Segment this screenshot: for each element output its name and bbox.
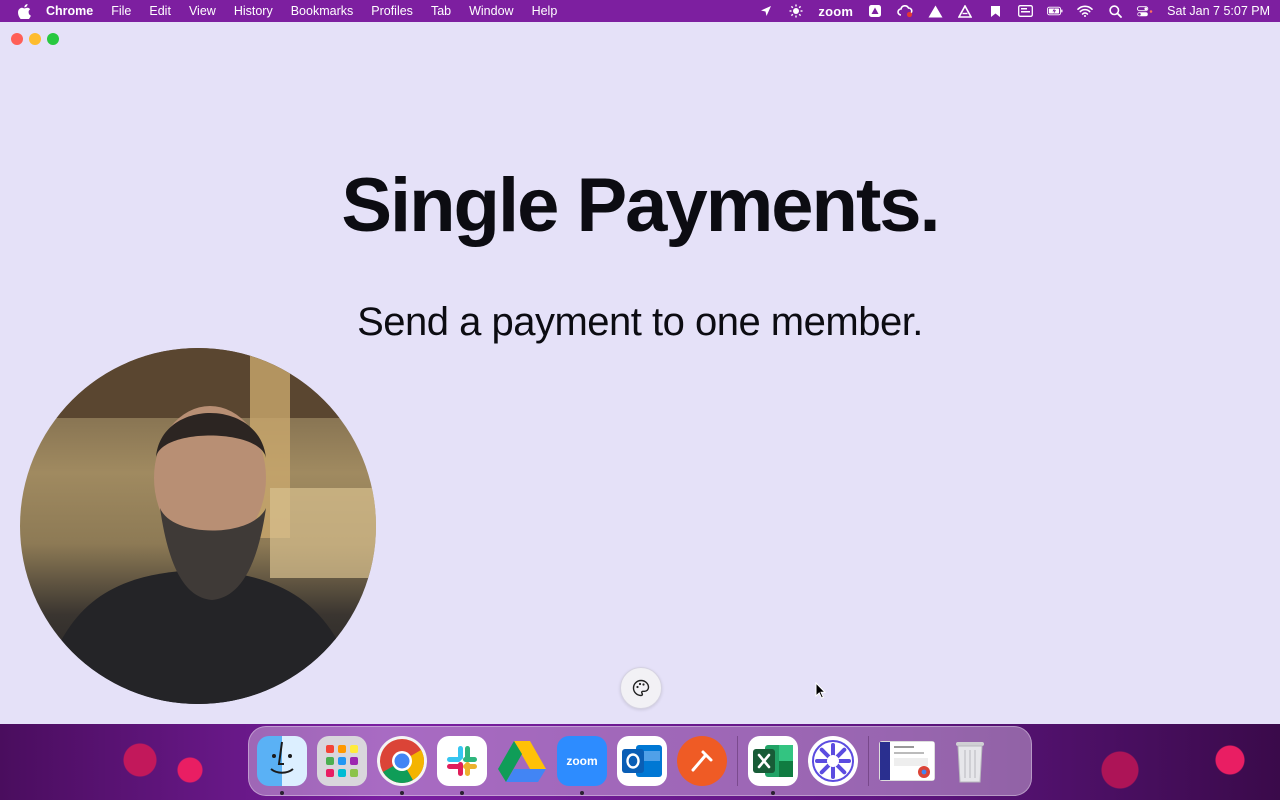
menu-file[interactable]: File (111, 4, 131, 18)
wifi-icon[interactable] (1077, 4, 1093, 18)
dock-zoom[interactable]: zoom (557, 736, 607, 795)
display-icon[interactable] (1017, 4, 1033, 18)
acrobat-icon[interactable] (957, 4, 973, 18)
zoom-status-label[interactable]: zoom (818, 4, 853, 19)
window-minimize-button[interactable] (29, 33, 41, 45)
dock-chrome[interactable] (377, 736, 427, 795)
dock-flower-app[interactable] (808, 736, 858, 786)
dock-finder[interactable] (257, 736, 307, 795)
flower-app-icon (812, 740, 854, 782)
search-icon[interactable] (1107, 4, 1123, 18)
bookmark-icon[interactable] (987, 4, 1003, 18)
window-close-button[interactable] (11, 33, 23, 45)
webcam-bubble[interactable] (20, 348, 376, 704)
dock-separator (868, 736, 869, 786)
menu-bookmarks[interactable]: Bookmarks (291, 4, 354, 18)
creative-cloud-icon[interactable] (897, 4, 913, 18)
finder-icon (270, 741, 294, 774)
dock-launchpad[interactable] (317, 736, 367, 786)
warning-triangle-icon[interactable] (927, 4, 943, 18)
chrome-icon (380, 739, 424, 783)
status-area: zoom Sat Jan 7 5:07 PM (758, 4, 1270, 19)
menu-clock[interactable]: Sat Jan 7 5:07 PM (1167, 4, 1270, 18)
dock-outlook[interactable] (617, 736, 667, 786)
menu-history[interactable]: History (234, 4, 273, 18)
mouse-cursor-icon (815, 682, 827, 699)
menu-edit[interactable]: Edit (149, 4, 171, 18)
slack-icon (447, 746, 477, 776)
postman-icon (691, 750, 713, 772)
dock-trash[interactable] (945, 736, 995, 786)
menu-help[interactable]: Help (532, 4, 558, 18)
palette-button[interactable] (620, 667, 662, 709)
slide-subtitle: Send a payment to one member. (357, 300, 923, 344)
dock-postman[interactable] (677, 736, 727, 786)
slide-title: Single Payments. (341, 163, 940, 248)
control-center-icon[interactable] (1137, 4, 1153, 18)
palette-icon (632, 679, 650, 697)
running-indicator (280, 791, 284, 795)
zoom-app-label: zoom (566, 754, 598, 768)
menu-tab[interactable]: Tab (431, 4, 451, 18)
launchpad-icon (326, 745, 358, 777)
menu-bar: Chrome File Edit View History Bookmarks … (0, 0, 1280, 22)
running-indicator (580, 791, 584, 795)
running-indicator (400, 791, 404, 795)
window-thumbnail-icon (880, 742, 934, 780)
google-drive-icon (498, 741, 546, 782)
menu-window[interactable]: Window (469, 4, 513, 18)
outlook-icon (622, 745, 662, 777)
dock-google-drive[interactable] (497, 736, 547, 786)
apple-icon[interactable] (16, 3, 32, 19)
battery-charging-icon[interactable] (1047, 4, 1063, 18)
dock-slack[interactable] (437, 736, 487, 795)
trash-icon (956, 742, 984, 783)
running-indicator (460, 791, 464, 795)
dock-separator (737, 736, 738, 786)
menu-app-name[interactable]: Chrome (46, 4, 93, 18)
dock-chrome-window-thumbnail[interactable] (879, 741, 935, 781)
window-fullscreen-button[interactable] (47, 33, 59, 45)
menu-view[interactable]: View (189, 4, 216, 18)
drive-status-icon[interactable] (867, 4, 883, 18)
brightness-icon[interactable] (788, 4, 804, 18)
window-controls (11, 33, 59, 45)
browser-window: Single Payments. Send a payment to one m… (0, 22, 1280, 724)
dock: zoom (248, 726, 1032, 796)
location-arrow-icon[interactable] (758, 4, 774, 18)
dock-excel[interactable] (748, 736, 798, 795)
running-indicator (771, 791, 775, 795)
menu-profiles[interactable]: Profiles (371, 4, 413, 18)
excel-icon (753, 745, 793, 777)
